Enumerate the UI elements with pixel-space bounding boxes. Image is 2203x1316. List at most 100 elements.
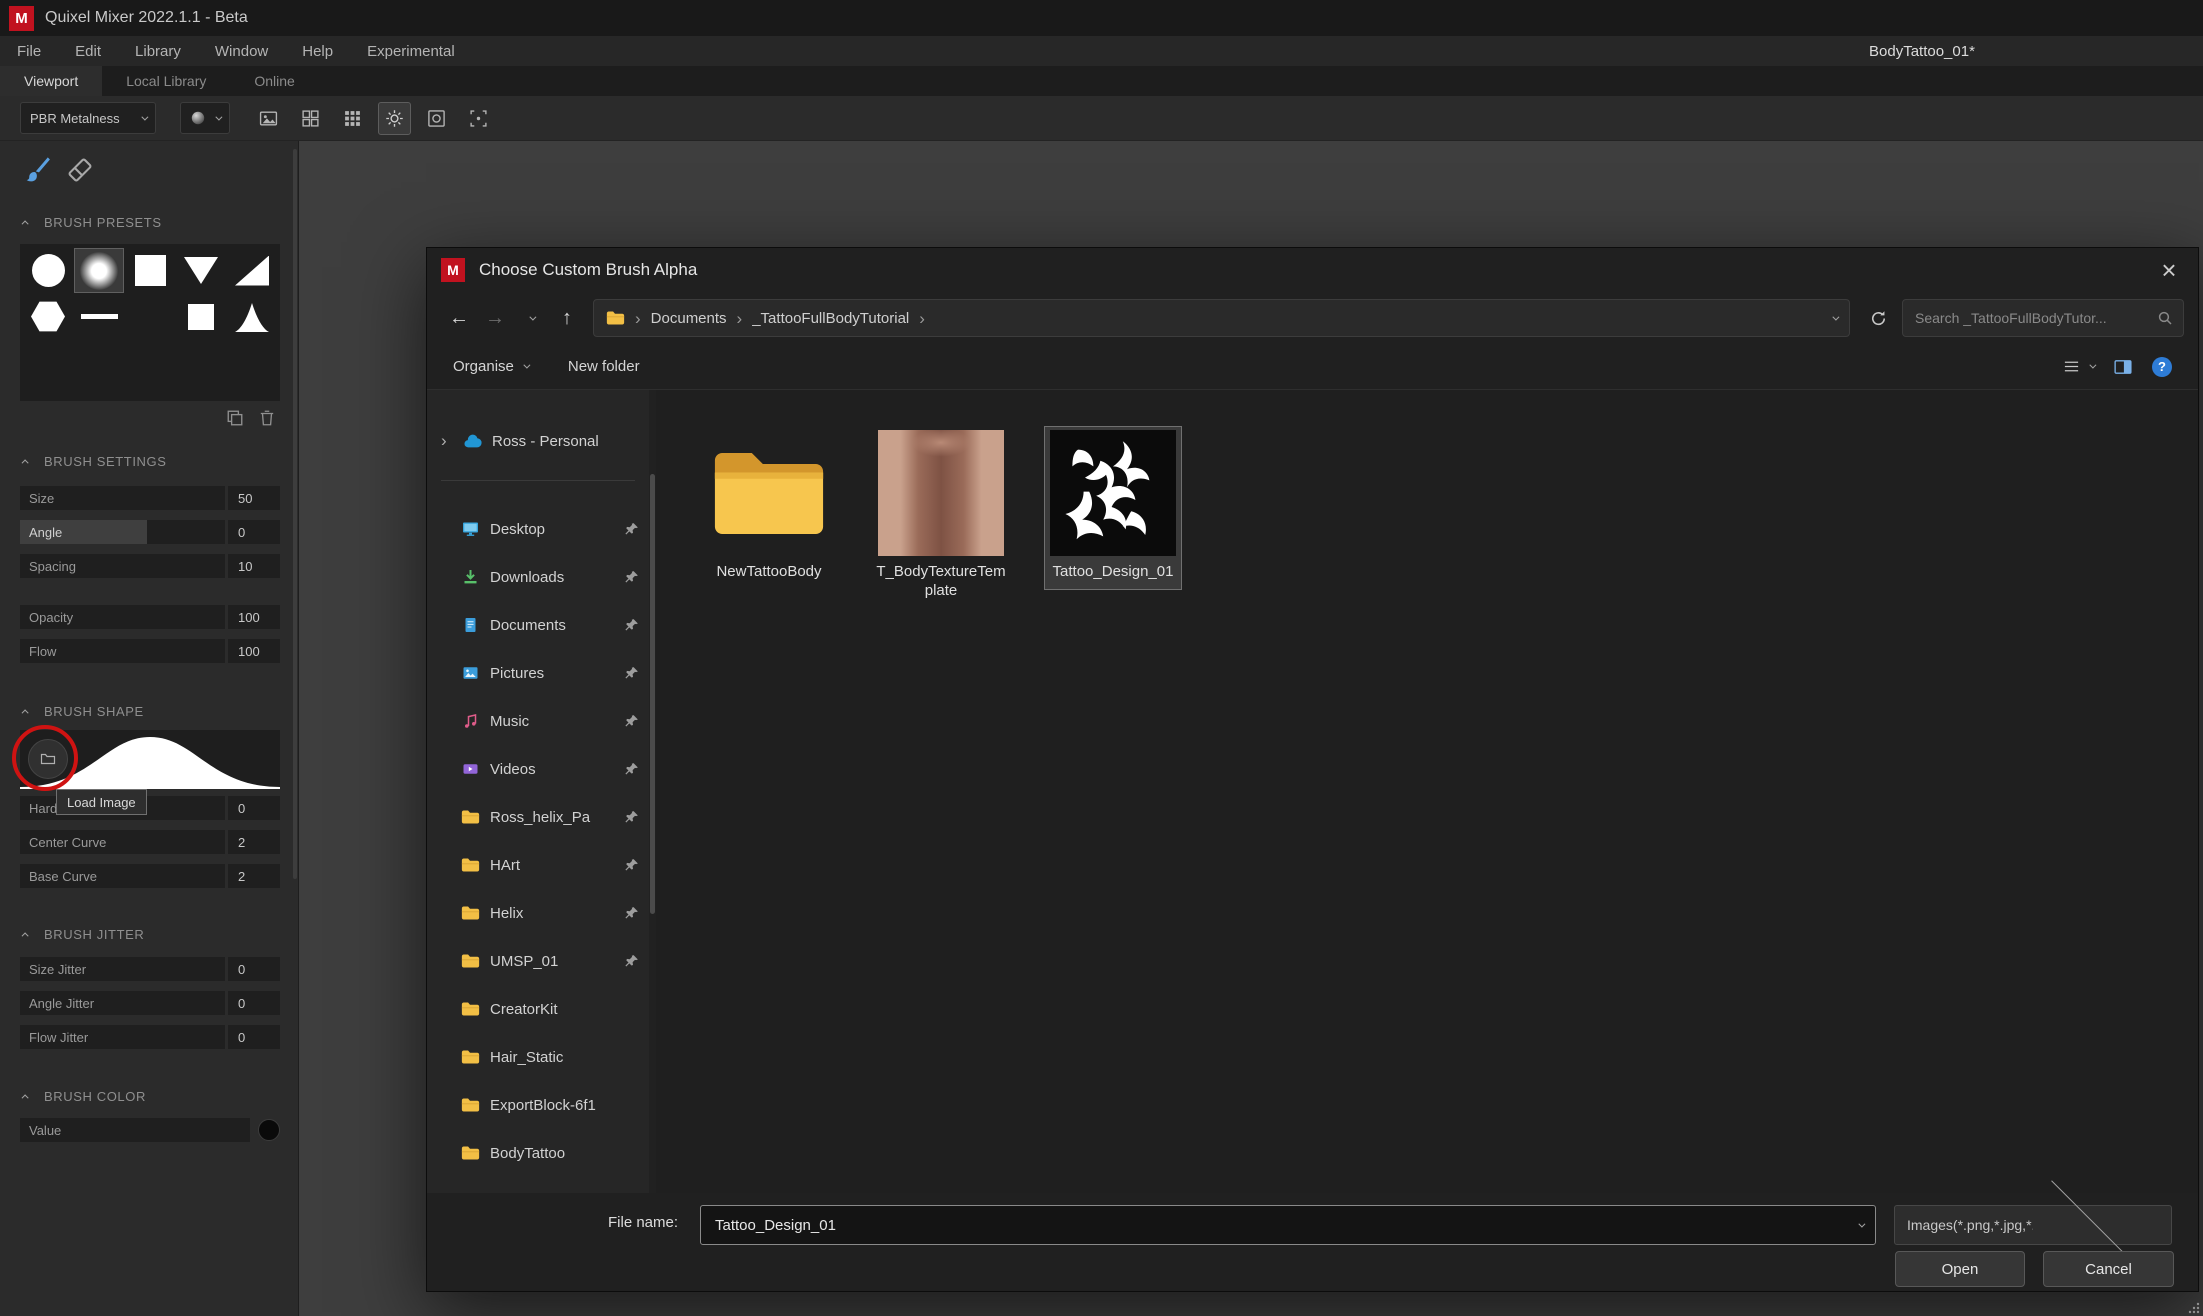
recent-locations-button[interactable] bbox=[513, 300, 549, 336]
field-center-curve-label[interactable]: Center Curve bbox=[20, 830, 225, 854]
sidebar-item-onedrive[interactable]: › Ross - Personal bbox=[427, 418, 649, 464]
material-sphere-select[interactable] bbox=[180, 102, 230, 134]
search-box[interactable] bbox=[1902, 299, 2184, 337]
section-brush-settings[interactable]: BRUSH SETTINGS bbox=[24, 454, 167, 469]
file-tile-newtattoobody[interactable]: NewTattooBody bbox=[700, 426, 838, 590]
new-folder-button[interactable]: New folder bbox=[568, 358, 640, 375]
brush-panel-scrollbar[interactable] bbox=[293, 149, 297, 879]
tab-viewport[interactable]: Viewport bbox=[0, 66, 102, 96]
field-hardness-value[interactable]: 0 bbox=[228, 796, 280, 820]
preset-square[interactable] bbox=[125, 248, 175, 293]
sidebar-item-creatorkit[interactable]: CreatorKit bbox=[427, 985, 649, 1033]
field-flow-jitter-value[interactable]: 0 bbox=[228, 1025, 280, 1049]
breadcrumb-documents[interactable]: Documents bbox=[651, 310, 727, 327]
field-spacing-label[interactable]: Spacing bbox=[20, 554, 225, 578]
field-angle-jitter-label[interactable]: Angle Jitter bbox=[20, 991, 225, 1015]
dialog-titlebar[interactable]: M Choose Custom Brush Alpha × bbox=[427, 248, 2198, 292]
section-brush-presets[interactable]: BRUSH PRESETS bbox=[24, 215, 162, 230]
sidebar-item-videos[interactable]: Videos bbox=[427, 745, 649, 793]
sidebar-item-bodytattoo[interactable]: BodyTattoo bbox=[427, 1129, 649, 1177]
split-view-button[interactable] bbox=[294, 102, 327, 135]
menu-edit[interactable]: Edit bbox=[58, 36, 118, 66]
forward-button[interactable]: → bbox=[477, 300, 513, 336]
search-input[interactable] bbox=[1913, 309, 2157, 327]
preset-square-small[interactable] bbox=[176, 294, 226, 339]
expand-icon[interactable]: › bbox=[441, 431, 453, 451]
texture-view-button[interactable] bbox=[252, 102, 285, 135]
sidebar-item-helix[interactable]: Helix bbox=[427, 889, 649, 937]
field-angle-jitter-value[interactable]: 0 bbox=[228, 991, 280, 1015]
field-flow-jitter-label[interactable]: Flow Jitter bbox=[20, 1025, 225, 1049]
menu-window[interactable]: Window bbox=[198, 36, 285, 66]
field-angle-value[interactable]: 0 bbox=[228, 520, 280, 544]
address-dropdown-icon[interactable] bbox=[1832, 313, 1839, 320]
organise-button[interactable]: Organise bbox=[453, 358, 528, 375]
preset-hexagon[interactable] bbox=[23, 294, 73, 339]
sidebar-item-ross-helix[interactable]: Ross_helix_Pa bbox=[427, 793, 649, 841]
load-image-button[interactable] bbox=[28, 739, 68, 779]
sidebar-item-music[interactable]: Music bbox=[427, 697, 649, 745]
up-button[interactable]: ↑ bbox=[549, 300, 585, 336]
menu-help[interactable]: Help bbox=[285, 36, 350, 66]
back-button[interactable]: ← bbox=[441, 300, 477, 336]
tiling-view-button[interactable] bbox=[336, 102, 369, 135]
field-opacity-value[interactable]: 100 bbox=[228, 605, 280, 629]
refresh-button[interactable] bbox=[1858, 300, 1898, 336]
sidebar-item-exportblock[interactable]: ExportBlock-6f1 bbox=[427, 1081, 649, 1129]
lighting-settings-button[interactable] bbox=[378, 102, 411, 135]
field-flow-value[interactable]: 100 bbox=[228, 639, 280, 663]
field-size-jitter-label[interactable]: Size Jitter bbox=[20, 957, 225, 981]
cancel-button[interactable]: Cancel bbox=[2043, 1251, 2174, 1287]
duplicate-preset-icon[interactable] bbox=[226, 409, 244, 427]
menu-experimental[interactable]: Experimental bbox=[350, 36, 472, 66]
focus-view-button[interactable] bbox=[420, 102, 453, 135]
preset-soft-circle[interactable] bbox=[74, 248, 124, 293]
field-color-value-label[interactable]: Value bbox=[20, 1118, 250, 1142]
address-bar[interactable]: › Documents › _TattooFullBodyTutorial › bbox=[593, 299, 1850, 337]
preset-bar[interactable] bbox=[74, 294, 124, 339]
menu-file[interactable]: File bbox=[0, 36, 58, 66]
section-brush-shape[interactable]: BRUSH SHAPE bbox=[24, 704, 144, 719]
section-brush-jitter[interactable]: BRUSH JITTER bbox=[24, 927, 144, 942]
field-spacing-value[interactable]: 10 bbox=[228, 554, 280, 578]
field-center-curve-value[interactable]: 2 bbox=[228, 830, 280, 854]
field-size-value[interactable]: 50 bbox=[228, 486, 280, 510]
help-button[interactable]: ? bbox=[2152, 357, 2172, 377]
sidebar-item-desktop[interactable]: Desktop bbox=[427, 505, 649, 553]
color-swatch[interactable] bbox=[258, 1119, 280, 1141]
sidebar-item-pictures[interactable]: Pictures bbox=[427, 649, 649, 697]
sidebar-item-hair-static[interactable]: Hair_Static bbox=[427, 1033, 649, 1081]
shading-mode-select[interactable]: PBR Metalness bbox=[20, 102, 156, 134]
open-button[interactable]: Open bbox=[1895, 1251, 2025, 1287]
preset-right-triangle[interactable] bbox=[227, 248, 277, 293]
sidebar-item-hart[interactable]: HArt bbox=[427, 841, 649, 889]
delete-preset-icon[interactable] bbox=[258, 409, 276, 427]
field-base-curve-label[interactable]: Base Curve bbox=[20, 864, 225, 888]
tab-online[interactable]: Online bbox=[230, 66, 318, 96]
sidebar-scrollbar[interactable] bbox=[649, 390, 656, 1193]
menu-library[interactable]: Library bbox=[118, 36, 198, 66]
sidebar-item-umsp01[interactable]: UMSP_01 bbox=[427, 937, 649, 985]
preset-circle[interactable] bbox=[23, 248, 73, 293]
field-angle-label[interactable]: Angle bbox=[20, 520, 225, 544]
camera-frame-button[interactable] bbox=[462, 102, 495, 135]
file-name-combobox[interactable] bbox=[700, 1205, 1876, 1245]
view-options-button[interactable] bbox=[2063, 358, 2094, 375]
breadcrumb-tattoo-folder[interactable]: _TattooFullBodyTutorial bbox=[752, 310, 909, 327]
file-name-input[interactable] bbox=[713, 1216, 1858, 1235]
section-brush-color[interactable]: BRUSH COLOR bbox=[24, 1089, 146, 1104]
preset-smooth-triangle[interactable] bbox=[227, 294, 277, 339]
field-opacity-label[interactable]: Opacity bbox=[20, 605, 225, 629]
sidebar-item-documents[interactable]: Documents bbox=[427, 601, 649, 649]
scrollbar-thumb[interactable] bbox=[650, 474, 655, 914]
preview-pane-icon[interactable] bbox=[2114, 358, 2132, 376]
resize-grip[interactable] bbox=[2187, 1301, 2200, 1314]
field-base-curve-value[interactable]: 2 bbox=[228, 864, 280, 888]
field-flow-label[interactable]: Flow bbox=[20, 639, 225, 663]
file-tile-tattoo-design-01[interactable]: Tattoo_Design_01 bbox=[1044, 426, 1182, 590]
close-button[interactable]: × bbox=[2140, 248, 2198, 292]
paint-brush-icon[interactable] bbox=[22, 155, 52, 185]
tab-local-library[interactable]: Local Library bbox=[102, 66, 230, 96]
file-tile-bodytexturetemplate[interactable]: T_BodyTextureTemplate bbox=[872, 426, 1010, 609]
sidebar-item-downloads[interactable]: Downloads bbox=[427, 553, 649, 601]
